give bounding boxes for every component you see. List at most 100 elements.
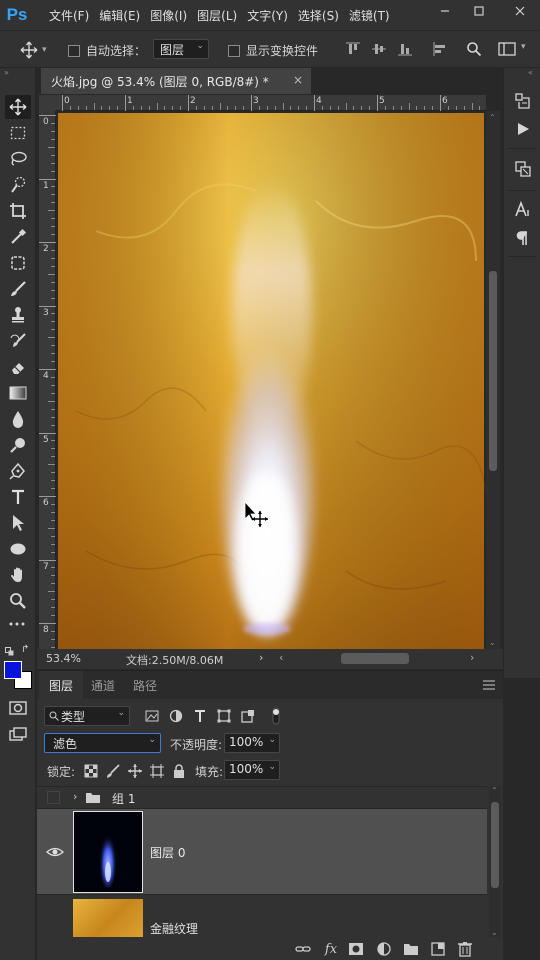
menu-type[interactable]: 文字(Y) <box>242 7 293 24</box>
type-tool-icon[interactable] <box>5 485 31 509</box>
menu-image[interactable]: 图像(I) <box>145 7 192 24</box>
expand-panels-icon[interactable]: « <box>528 68 533 77</box>
lock-artboard-icon[interactable] <box>149 763 165 779</box>
pen-tool-icon[interactable] <box>5 459 31 483</box>
ruler-origin[interactable] <box>39 95 56 111</box>
close-document-icon[interactable]: × <box>293 73 303 87</box>
swap-colors-icon[interactable]: ↱ <box>21 644 33 656</box>
clone-stamp-tool-icon[interactable] <box>5 303 31 327</box>
fx-icon[interactable]: fx <box>322 940 340 958</box>
paragraph-panel-icon[interactable] <box>514 229 532 247</box>
filter-type-icon[interactable] <box>192 708 208 724</box>
zoom-level[interactable]: 53.4% <box>46 652 81 665</box>
delete-layer-icon[interactable] <box>456 940 474 958</box>
new-layer-icon[interactable] <box>429 940 447 958</box>
path-selection-tool-icon[interactable] <box>5 511 31 535</box>
lasso-tool-icon[interactable] <box>5 147 31 171</box>
link-layers-icon[interactable] <box>294 940 312 958</box>
align-vertical-center-icon[interactable] <box>372 42 386 56</box>
filter-toggle-switch[interactable] <box>268 706 284 726</box>
lock-all-icon[interactable] <box>171 763 187 779</box>
horizontal-scrollbar-thumb[interactable] <box>341 653 409 664</box>
eye-icon[interactable] <box>45 842 65 862</box>
align-top-icon[interactable] <box>346 42 360 56</box>
close-window-icon[interactable] <box>505 0 535 22</box>
lock-position-icon[interactable] <box>127 763 143 779</box>
menu-file[interactable]: 文件(F) <box>44 7 94 24</box>
ellipse-tool-icon[interactable] <box>5 537 31 561</box>
marquee-tool-icon[interactable] <box>5 121 31 145</box>
layer-name[interactable]: 金融纹理 <box>150 920 198 937</box>
brush-tool-icon[interactable] <box>5 277 31 301</box>
blur-tool-icon[interactable] <box>5 407 31 431</box>
quick-mask-icon[interactable] <box>5 696 31 720</box>
auto-select-checkbox[interactable]: 自动选择： <box>68 42 146 59</box>
layers-scrollbar[interactable]: ⌃ ⌄ <box>489 786 501 937</box>
texture-thumbnail[interactable] <box>73 899 143 937</box>
document-tab[interactable]: 火焰.jpg @ 53.4% (图层 0, RGB/8#) * × <box>41 68 311 94</box>
visibility-toggle[interactable] <box>47 791 60 804</box>
zoom-tool-icon[interactable] <box>5 589 31 613</box>
hand-tool-icon[interactable] <box>5 563 31 587</box>
scroll-left-icon[interactable]: ‹ <box>279 651 283 664</box>
tab-paths[interactable]: 路径 <box>123 671 167 699</box>
show-transform-checkbox[interactable]: 显示变换控件 <box>228 42 318 59</box>
character-panel-icon[interactable] <box>514 201 532 219</box>
screen-mode-icon[interactable] <box>5 722 31 746</box>
quick-selection-tool-icon[interactable] <box>5 173 31 197</box>
adjustment-layer-icon[interactable] <box>375 940 393 958</box>
layer-row-selected[interactable]: 图层 0 <box>37 808 487 894</box>
layer-row-group[interactable]: › 组 1 <box>37 786 487 808</box>
layer-name[interactable]: 图层 0 <box>150 844 185 861</box>
crop-tool-icon[interactable] <box>5 199 31 223</box>
menu-select[interactable]: 选择(S) <box>293 7 344 24</box>
actions-play-icon[interactable] <box>514 120 532 138</box>
lock-image-pixels-icon[interactable] <box>105 763 121 779</box>
blend-mode-dropdown[interactable]: 滤色 ⌄ <box>44 733 161 753</box>
workspace-dropdown-icon[interactable]: ▾ <box>521 42 526 52</box>
eyedropper-tool-icon[interactable] <box>5 225 31 249</box>
minimize-icon[interactable] <box>430 0 460 22</box>
history-brush-tool-icon[interactable] <box>5 329 31 353</box>
auto-select-dropdown[interactable]: 图层 ⌄ <box>153 39 209 59</box>
menu-edit[interactable]: 编辑(E) <box>94 7 145 24</box>
filter-adjustment-icon[interactable] <box>168 708 184 724</box>
menu-layer[interactable]: 图层(L) <box>192 7 242 24</box>
healing-brush-tool-icon[interactable] <box>5 251 31 275</box>
canvas-vertical-scrollbar[interactable]: ⌃ ⌄ <box>486 111 500 649</box>
layer-filter-dropdown[interactable]: 类型 ⌄ <box>44 706 130 726</box>
vertical-ruler[interactable]: 0 1 2 3 4 5 6 7 8 <box>39 111 56 649</box>
layer-name[interactable]: 组 1 <box>112 790 135 807</box>
gradient-tool-icon[interactable] <box>5 381 31 405</box>
dodge-tool-icon[interactable] <box>5 433 31 457</box>
workspace-icon[interactable] <box>498 42 516 56</box>
search-icon[interactable] <box>466 41 482 57</box>
history-panel-icon[interactable] <box>514 92 532 110</box>
glyphs-panel-icon[interactable] <box>514 160 532 178</box>
menu-filter[interactable]: 滤镜(T) <box>344 7 395 24</box>
filter-pixel-icon[interactable] <box>144 708 160 724</box>
filter-shape-icon[interactable] <box>216 708 232 724</box>
filter-smart-object-icon[interactable] <box>240 708 256 724</box>
panel-menu-icon[interactable] <box>483 680 495 690</box>
layer-thumbnail[interactable] <box>73 811 143 893</box>
horizontal-ruler[interactable]: 0 1 2 3 4 5 6 <box>56 95 486 111</box>
eraser-tool-icon[interactable] <box>5 355 31 379</box>
move-tool-icon[interactable] <box>5 95 31 119</box>
status-menu-arrow-icon[interactable]: › <box>259 651 263 664</box>
collapse-toolbar-icon[interactable]: » <box>4 68 9 77</box>
expand-group-icon[interactable]: › <box>73 790 77 803</box>
tab-channels[interactable]: 通道 <box>81 671 125 699</box>
new-group-icon[interactable] <box>402 940 420 958</box>
fill-input[interactable]: 100% ⌄ <box>224 760 280 780</box>
maximize-icon[interactable] <box>464 0 494 22</box>
move-tool-option-icon[interactable]: ▾ <box>20 41 47 59</box>
lock-transparent-pixels-icon[interactable] <box>83 763 99 779</box>
opacity-input[interactable]: 100% ⌄ <box>224 733 280 753</box>
layer-row[interactable]: 金融纹理 <box>37 894 487 937</box>
align-bottom-icon[interactable] <box>398 42 412 56</box>
document-image[interactable] <box>56 111 486 649</box>
more-tools-icon[interactable] <box>5 615 31 633</box>
scroll-right-icon[interactable]: › <box>470 651 474 664</box>
foreground-color-swatch[interactable] <box>4 661 22 679</box>
